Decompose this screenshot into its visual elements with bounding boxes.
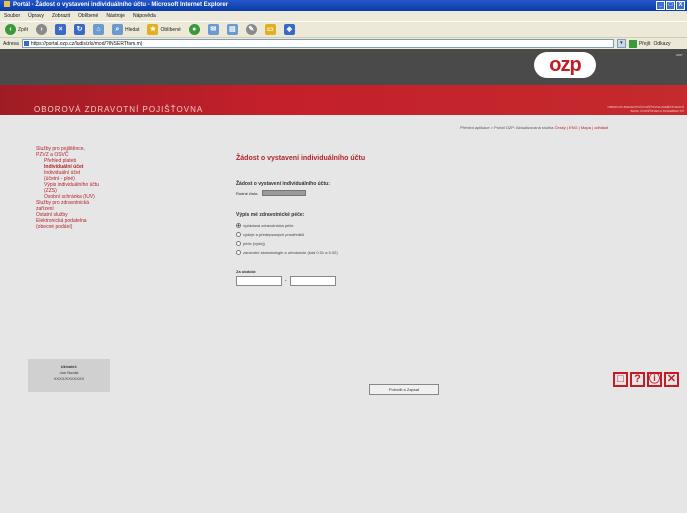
menu-bar: Soubor Úpravy Zobrazit Oblíbené Nástroje… xyxy=(0,11,687,21)
search-icon: ⌕ xyxy=(112,24,124,35)
sidebar-nav: Služby pro pojištěnce, PZVZ a OSVČ Přehled… xyxy=(36,146,116,230)
option-care-dispense[interactable]: péče (výdej) xyxy=(236,239,576,248)
care-type-options: vyžádaná zdravotnická péče výdeje a před… xyxy=(236,221,576,257)
breadcrumb: Přehled aplikace > Portál OZP: Aktualizo… xyxy=(460,125,608,130)
menu-view[interactable]: Zobrazit xyxy=(52,11,70,21)
submit-button[interactable]: Potvrdit a Zapsat xyxy=(369,384,439,395)
minimize-button[interactable]: _ xyxy=(656,1,665,10)
forward-button[interactable]: › xyxy=(34,23,49,36)
header-red-band: OBOROVÁ ZDRAVOTNÍ POJIŠŤOVNA xyxy=(0,85,687,115)
action-icons: □ ? ⓘ ✕ xyxy=(613,372,679,387)
maximize-button[interactable]: □ xyxy=(666,1,675,10)
address-dropdown-icon[interactable]: ▾ xyxy=(616,39,626,48)
links-label[interactable]: Odkazy xyxy=(654,41,671,47)
refresh-button[interactable]: ↻ xyxy=(72,23,87,36)
address-input[interactable]: https://portal.ozp.cz/ludis/zls/mod/?INS… xyxy=(21,39,614,48)
window-icon[interactable]: □ xyxy=(613,372,628,387)
date-to-input[interactable] xyxy=(289,276,336,286)
period-label: Za období: xyxy=(236,269,257,274)
favorites-button[interactable]: ★ Oblíbené xyxy=(145,23,182,36)
forward-arrow-icon: › xyxy=(36,24,48,35)
id-label: Rodné číslo: xyxy=(236,190,259,196)
ie-icon xyxy=(4,1,10,7)
edit-button[interactable]: ✎ xyxy=(244,23,259,36)
date-separator: - xyxy=(285,278,287,284)
messenger-icon: ◈ xyxy=(283,24,295,35)
sidebar-item[interactable]: (obecné podání) xyxy=(36,224,116,230)
section-title: Žádost o vystavení individuálního účtu: xyxy=(236,181,330,187)
id-row: Rodné číslo: xyxy=(236,190,576,196)
logo-year: 2007 xyxy=(676,53,683,57)
main-form: Žádost o vystavení individuálního účtu Ž… xyxy=(236,155,576,395)
home-icon: ⌂ xyxy=(93,24,105,35)
option-label: vyžádaná zdravotnická péče xyxy=(243,223,294,228)
breadcrumb-path[interactable]: Přehled aplikace > Portál OZP: Aktualizo… xyxy=(460,125,554,130)
media-icon: ● xyxy=(188,24,200,35)
back-button[interactable]: ‹ Zpět xyxy=(3,23,30,36)
mail-button[interactable]: ✉ xyxy=(206,23,221,36)
mail-icon: ✉ xyxy=(207,24,219,35)
option-label: výdeje a předepsaných prostředků xyxy=(243,232,305,237)
org-name: OBOROVÁ ZDRAVOTNÍ POJIŠŤOVNA xyxy=(34,105,204,114)
page-content: OBOROVÁ ZDRAVOTNÍ POJIŠŤOVNA ozp 2007 OB… xyxy=(0,49,687,513)
radio-dental[interactable] xyxy=(236,250,241,255)
messenger-button[interactable]: ◈ xyxy=(282,23,297,36)
address-label: Adresa xyxy=(3,40,19,47)
close-icon[interactable]: ✕ xyxy=(664,372,679,387)
stop-icon: × xyxy=(55,24,67,35)
go-arrow-icon xyxy=(628,39,637,48)
menu-favorites[interactable]: Oblíbené xyxy=(78,11,98,21)
window-titlebar: Portál - Žádost o vystavení individuální… xyxy=(0,0,687,11)
close-window-button[interactable]: X xyxy=(676,1,685,10)
back-label: Zpět xyxy=(18,26,29,33)
back-arrow-icon: ‹ xyxy=(5,24,16,35)
address-bar: Adresa https://portal.ozp.cz/ludis/zls/m… xyxy=(0,37,687,49)
media-button[interactable]: ● xyxy=(187,23,202,36)
breadcrumb-links[interactable]: Česky | ENG | Mapa | odhlásit xyxy=(555,125,608,130)
menu-tools[interactable]: Nástroje xyxy=(106,11,125,21)
option-dental[interactable]: zdravotní stomatologie a ortodoncie (kód… xyxy=(236,248,576,257)
option-prescribed-aids[interactable]: výdeje a předepsaných prostředků xyxy=(236,230,576,239)
stop-button[interactable]: × xyxy=(53,23,68,36)
home-button[interactable]: ⌂ xyxy=(91,23,106,36)
types-title: Výpis mé zdravotnické péče: xyxy=(236,212,305,218)
date-from-input[interactable] xyxy=(236,276,282,286)
go-button[interactable]: Přejít xyxy=(628,39,651,48)
folder-button[interactable]: ▭ xyxy=(263,23,278,36)
print-button[interactable]: ▤ xyxy=(225,23,240,36)
print-icon: ▤ xyxy=(226,24,238,35)
user-info-box: Uživatel: Jan Novák XXXX/XXXXXXX xyxy=(28,359,110,392)
page-title: Žádost o vystavení individuálního účtu xyxy=(236,155,366,162)
id-value-masked xyxy=(262,190,307,196)
search-label: Hledat xyxy=(125,26,140,33)
window-title: Portál - Žádost o vystavení individuální… xyxy=(13,2,229,8)
refresh-icon: ↻ xyxy=(74,24,86,35)
info-icon[interactable]: ⓘ xyxy=(647,372,662,387)
folder-icon: ▭ xyxy=(264,24,276,35)
user-id: XXXX/XXXXXXX xyxy=(53,376,85,381)
logo-subtitle: OBOROVÁ ZDRAVOTNÍ POJIŠŤOVNA ZAMĚSTNANCŮ… xyxy=(607,105,684,113)
radio-care-dispense[interactable] xyxy=(236,241,241,246)
help-icon[interactable]: ? xyxy=(630,372,645,387)
option-requested-care[interactable]: vyžádaná zdravotnická péče xyxy=(236,221,576,230)
search-button[interactable]: ⌕ Hledat xyxy=(110,23,141,36)
radio-requested-care[interactable] xyxy=(236,223,241,228)
go-label: Přejít xyxy=(638,40,651,47)
period-row: - xyxy=(236,276,576,286)
radio-prescribed-aids[interactable] xyxy=(236,232,241,237)
option-label: péče (výdej) xyxy=(243,241,265,246)
star-icon: ★ xyxy=(147,24,159,35)
menu-help[interactable]: Nápověda xyxy=(133,11,156,21)
ozp-logo[interactable]: ozp xyxy=(534,52,596,78)
menu-edit[interactable]: Úpravy xyxy=(28,11,44,21)
browser-toolbar: ‹ Zpět › × ↻ ⌂ ⌕ Hledat ★ Oblíbené ● ✉ ▤ ✎ … xyxy=(0,21,687,37)
menu-file[interactable]: Soubor xyxy=(4,11,20,21)
edit-icon: ✎ xyxy=(245,24,257,35)
window-controls: _ □ X xyxy=(656,1,685,10)
favorites-label: Oblíbené xyxy=(160,26,181,33)
option-label: zdravotní stomatologie a ortodoncie (kód… xyxy=(243,250,338,255)
